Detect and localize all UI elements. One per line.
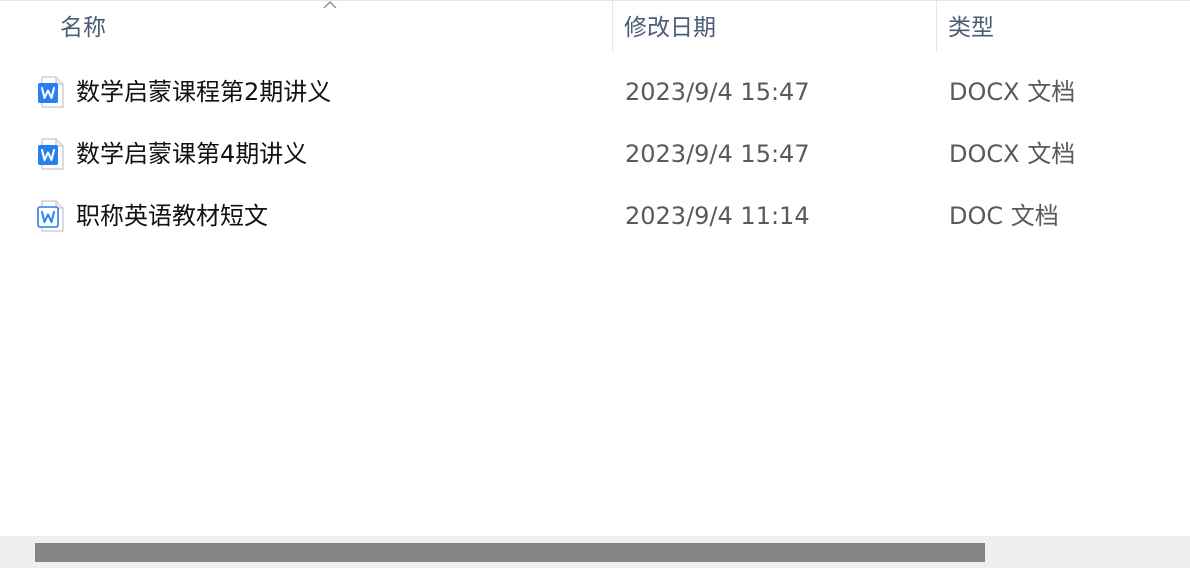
file-modified-date: 2023/9/4 15:47 <box>625 78 810 106</box>
file-explorer-details-view: 名称 修改日期 类型 数学启蒙课程第2期讲义 2023/9/4 15:47 DO… <box>0 0 1190 568</box>
chevron-up-icon <box>323 1 337 9</box>
column-header-type[interactable]: 类型 <box>948 0 1178 52</box>
scrollbar-thumb[interactable] <box>35 543 985 562</box>
horizontal-scrollbar[interactable] <box>0 536 1190 568</box>
file-modified-date: 2023/9/4 15:47 <box>625 140 810 168</box>
column-divider[interactable] <box>612 0 613 52</box>
column-divider[interactable] <box>936 0 937 52</box>
wps-docx-icon <box>38 138 64 170</box>
file-name: 数学启蒙课程第2期讲义 <box>76 78 332 106</box>
wps-docx-icon <box>38 76 64 108</box>
file-name: 职称英语教材短文 <box>76 202 268 230</box>
file-type: DOCX 文档 <box>949 78 1076 106</box>
file-modified-date: 2023/9/4 11:14 <box>625 202 810 230</box>
column-header-bar: 名称 修改日期 类型 <box>0 0 1190 52</box>
file-name: 数学启蒙课第4期讲义 <box>76 140 308 168</box>
file-type: DOCX 文档 <box>949 140 1076 168</box>
file-row[interactable]: 职称英语教材短文 2023/9/4 11:14 DOC 文档 <box>0 186 1190 246</box>
file-row[interactable]: 数学启蒙课程第2期讲义 2023/9/4 15:47 DOCX 文档 <box>0 62 1190 122</box>
file-type: DOC 文档 <box>949 202 1059 230</box>
column-header-date[interactable]: 修改日期 <box>624 0 924 52</box>
file-row[interactable]: 数学启蒙课第4期讲义 2023/9/4 15:47 DOCX 文档 <box>0 124 1190 184</box>
wps-doc-icon <box>37 200 64 232</box>
